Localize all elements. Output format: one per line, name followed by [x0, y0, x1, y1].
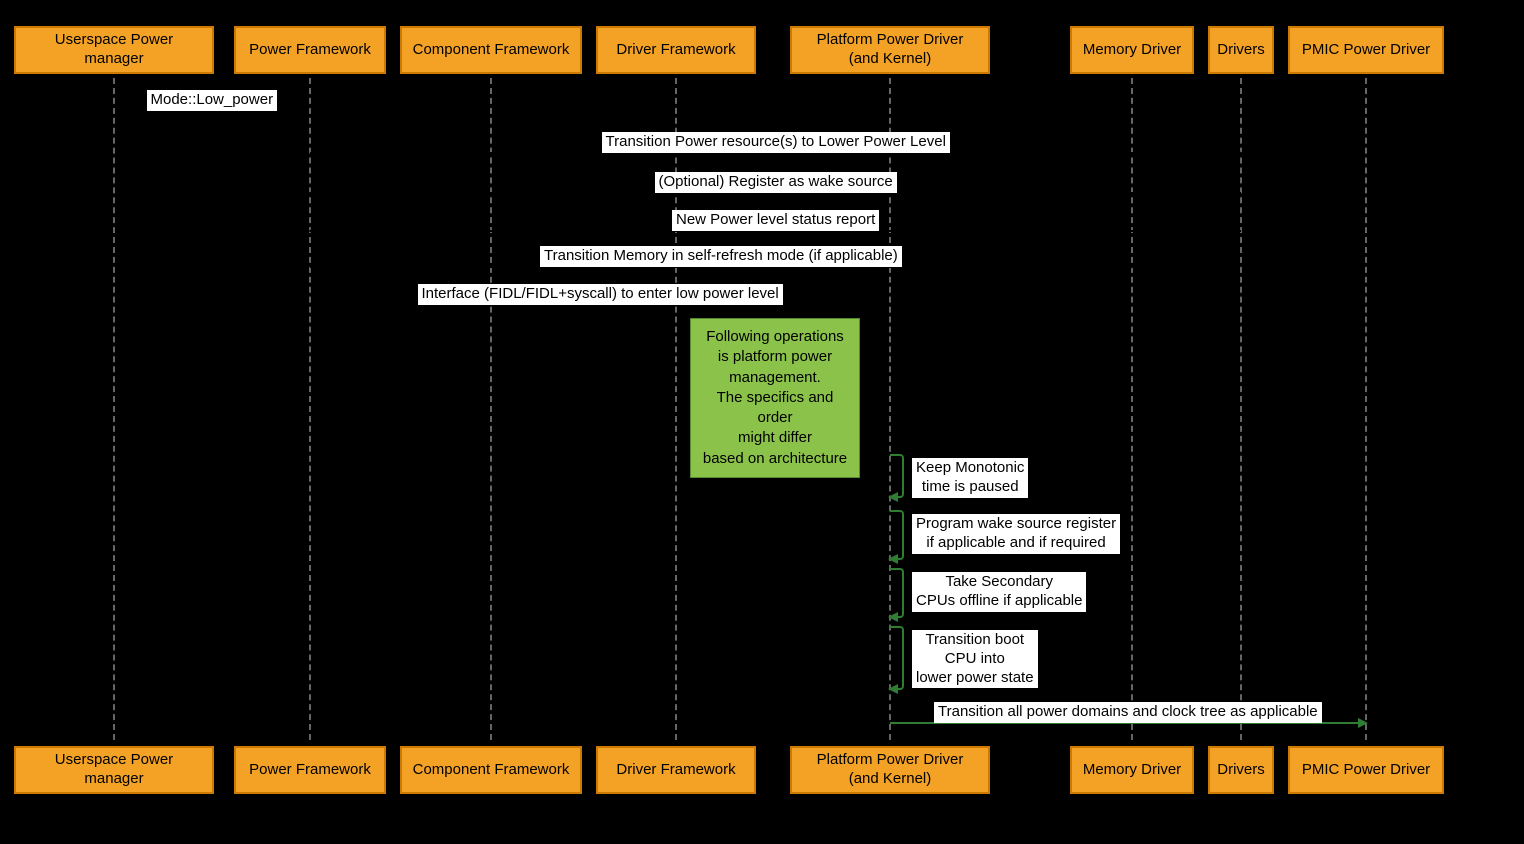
participant-driverfw-bottom: Driver Framework [596, 746, 756, 794]
self-message-label-3: Transition boot CPU into lower power sta… [912, 630, 1038, 688]
participant-platform-bottom: Platform Power Driver (and Kernel) [790, 746, 990, 794]
arrow-head-icon [888, 492, 898, 502]
arrow-head-icon [888, 612, 898, 622]
participant-memory-top: Memory Driver [1070, 26, 1194, 74]
message-label-0: Mode::Low_power [147, 90, 278, 111]
sequence-diagram: Userspace Power manager Userspace Power m… [0, 0, 1524, 844]
arrow-head-icon [888, 684, 898, 694]
arrow-head-icon [308, 188, 318, 198]
participant-driverfw-top: Driver Framework [596, 26, 756, 74]
participant-pmic-top: PMIC Power Driver [1288, 26, 1444, 74]
participant-userspace-bottom: Userspace Power manager [14, 746, 214, 794]
arrow-head-icon [888, 554, 898, 564]
message-label-5: Interface (FIDL/FIDL+syscall) to enter l… [418, 284, 783, 305]
message-label-4: Transition Memory in self-refresh mode (… [540, 246, 902, 267]
note-platform-ops: Following operations is platform power m… [690, 318, 860, 478]
self-message-label-0: Keep Monotonic time is paused [912, 458, 1028, 498]
self-message-label-1: Program wake source register if applicab… [912, 514, 1120, 554]
arrow-head-icon [882, 300, 892, 310]
lifeline-drivers [1240, 78, 1242, 740]
participant-platform-top: Platform Power Driver (and Kernel) [790, 26, 990, 74]
arrow-head-icon [302, 102, 312, 112]
lifeline-compfw [490, 78, 492, 740]
participant-powerfw-bottom: Power Framework [234, 746, 386, 794]
participant-memory-bottom: Memory Driver [1070, 746, 1194, 794]
participant-userspace-top: Userspace Power manager [14, 26, 214, 74]
lifeline-pmic [1365, 78, 1367, 740]
lifeline-userspace [113, 78, 115, 740]
participant-compfw-bottom: Component Framework [400, 746, 582, 794]
arrow-head-icon [1124, 262, 1134, 272]
self-message-loop-0 [890, 454, 904, 498]
self-message-label-2: Take Secondary CPUs offline if applicabl… [912, 572, 1086, 612]
participant-compfw-top: Component Framework [400, 26, 582, 74]
lifeline-powerfw [309, 78, 311, 740]
arrow-head-icon [1358, 718, 1368, 728]
message-label-2: (Optional) Register as wake source [655, 172, 897, 193]
message-label-6: Transition all power domains and clock t… [934, 702, 1322, 723]
message-label-1: Transition Power resource(s) to Lower Po… [602, 132, 950, 153]
message-label-3: New Power level status report [672, 210, 879, 231]
participant-pmic-bottom: PMIC Power Driver [1288, 746, 1444, 794]
arrow-head-icon [308, 226, 318, 236]
participant-drivers-bottom: Drivers [1208, 746, 1274, 794]
arrow-head-icon [1233, 148, 1243, 158]
self-message-loop-1 [890, 510, 904, 560]
lifeline-memory [1131, 78, 1133, 740]
participant-powerfw-top: Power Framework [234, 26, 386, 74]
self-message-loop-2 [890, 568, 904, 618]
participant-drivers-top: Drivers [1208, 26, 1274, 74]
self-message-loop-3 [890, 626, 904, 690]
